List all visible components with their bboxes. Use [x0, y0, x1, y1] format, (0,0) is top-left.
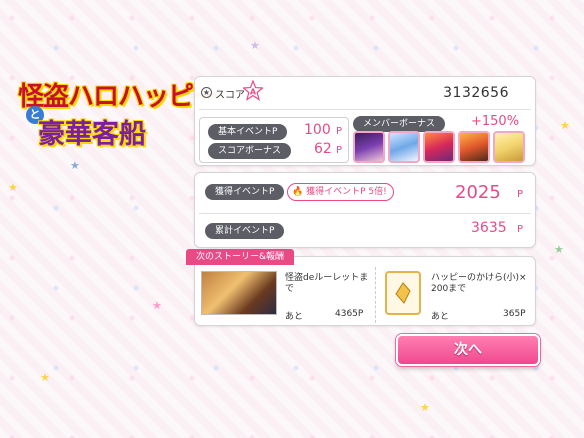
story-thumbnail [201, 271, 277, 315]
star-icon: ★ [560, 119, 570, 132]
member-avatar [423, 131, 455, 163]
story-remain-label: あと [285, 312, 304, 322]
basic-event-value: 100 [304, 122, 331, 138]
earned-value: 2025 [455, 182, 501, 203]
item-title: ハッピーのかけら(小)× 200まで [431, 273, 527, 294]
member-avatar [353, 131, 385, 163]
story-reward-card: 怪盗deルーレットまで あと 4365P [195, 271, 375, 323]
item-thumbnail [385, 271, 421, 315]
star-icon: ★ [554, 243, 564, 256]
star-icon: ★ [70, 159, 80, 172]
earned-label: 獲得イベントP [205, 184, 285, 200]
score-value: 3132656 [443, 85, 509, 101]
total-value: 3635 [471, 220, 507, 236]
score-bonus-label: スコアボーナス [208, 143, 292, 159]
story-remain-value: 4365P [335, 309, 364, 319]
score-label: スコア [215, 90, 245, 101]
multiplier-text: 獲得イベントP 5倍! [306, 187, 387, 197]
item-remain-value: 365P [503, 309, 526, 319]
star-icon: ★ [420, 401, 430, 414]
fire-icon: 🔥 [292, 187, 304, 197]
member-avatar [388, 131, 420, 163]
item-remain-label: あと [431, 312, 450, 322]
next-button[interactable]: 次へ [396, 334, 540, 366]
member-bonus-label: メンバーボーナス [353, 116, 446, 132]
star-icon: ★ [8, 181, 18, 194]
rank-badge-icon: A [243, 80, 263, 101]
rank-text: A [250, 88, 257, 97]
star-icon: ★ [250, 39, 260, 52]
star-icon: ★ [40, 371, 50, 384]
multiplier-badge: 🔥 獲得イベントP 5倍! [287, 183, 394, 201]
total-label: 累計イベントP [205, 223, 285, 239]
basic-event-label: 基本イベントP [208, 124, 288, 140]
item-reward-card: ハッピーのかけら(小)× 200まで あと 365P [379, 271, 535, 323]
shard-icon [395, 282, 411, 304]
event-logo: 怪盗ハロハッピー と 豪華客船 [14, 76, 219, 152]
member-bonus: メンバーボーナス +150% [353, 114, 533, 163]
member-avatar [493, 131, 525, 163]
star-circle-icon: ★ [201, 87, 212, 98]
event-point-breakdown: 基本イベントP 100 P スコアボーナス 62 P [199, 117, 349, 163]
logo-line1: 怪盗ハロハッピー [18, 82, 219, 112]
member-bonus-value: +150% [471, 114, 520, 129]
total-unit: P [517, 224, 524, 235]
member-avatar [458, 131, 490, 163]
divider [199, 213, 531, 214]
score-bonus-unit: P [336, 145, 343, 156]
logo-line2: 豪華客船 [38, 119, 146, 150]
next-rewards-panel: 怪盗deルーレットまで あと 4365P ハッピーのかけら(小)× 200まで … [194, 256, 536, 326]
divider [199, 109, 531, 110]
story-title: 怪盗deルーレットまで [285, 273, 369, 294]
basic-event-unit: P [336, 126, 343, 137]
divider [375, 267, 376, 323]
score-bonus-value: 62 [314, 141, 332, 157]
member-avatars [353, 131, 525, 163]
earned-unit: P [517, 189, 524, 200]
event-point-panel: 獲得イベントP 🔥 獲得イベントP 5倍! 2025 P 累計イベントP 363… [194, 172, 536, 248]
star-icon: ★ [152, 299, 162, 312]
score-panel: ★ スコア A 3132656 基本イベントP 100 P スコアボーナス 62… [194, 76, 536, 166]
next-rewards-tab: 次のストーリー&報酬 [186, 249, 295, 265]
